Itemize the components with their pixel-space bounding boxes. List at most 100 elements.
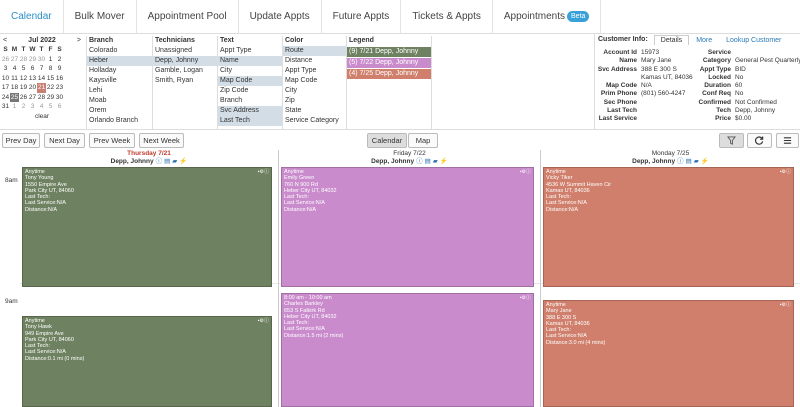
calendar-day[interactable]: 1	[46, 55, 55, 65]
calendar-day[interactable]: 9	[55, 64, 64, 74]
calendar-day[interactable]: 4	[37, 102, 46, 112]
branch-option[interactable]: Holladay	[87, 66, 152, 76]
bolt-icon[interactable]: ⚡	[179, 158, 187, 165]
appointment-card[interactable]: ▪⚙ⓘ Anytime Tony Hawk 949 Empire Ave Park Ci…	[22, 316, 272, 407]
calendar-day[interactable]: 27	[10, 55, 19, 65]
technician-name[interactable]: Depp, Johnny	[111, 158, 154, 165]
technician-name[interactable]: Depp, Johnny	[632, 158, 675, 165]
calendar-day[interactable]: 11	[10, 74, 19, 84]
text-option[interactable]: Last Tech	[218, 116, 282, 126]
info-icon[interactable]: ⓘ	[156, 158, 163, 165]
calendar-day[interactable]: 26	[1, 55, 10, 65]
calendar-day[interactable]: 27	[28, 93, 37, 103]
calendar-day[interactable]: 26	[19, 93, 28, 103]
text-option[interactable]: Appt Type	[218, 46, 282, 56]
tab-lookup-customer[interactable]: Lookup Customer	[719, 35, 788, 45]
branch-option[interactable]: Kaysville	[87, 76, 152, 86]
calendar-day[interactable]: 29	[46, 93, 55, 103]
tab-bulk-mover[interactable]: Bulk Mover	[64, 0, 137, 34]
appointment-card[interactable]: ▪⚙ⓘ Anytime Emily Green 760 N 900 Rd Heber C…	[281, 167, 534, 287]
prev-month-button[interactable]: <	[3, 36, 7, 45]
calendar-day[interactable]: 30	[55, 93, 64, 103]
calendar-day[interactable]: 5	[46, 102, 55, 112]
branch-option[interactable]: Moab	[87, 96, 152, 106]
calendar-day[interactable]: 22	[46, 83, 55, 93]
calendar-day[interactable]: 10	[1, 74, 10, 84]
calendar-day[interactable]: 3	[28, 102, 37, 112]
text-option[interactable]: Map Code	[218, 76, 282, 86]
calendar-day[interactable]: 29	[28, 55, 37, 65]
tab-appointment-pool[interactable]: Appointment Pool	[137, 0, 239, 34]
calendar-view-button[interactable]: Calendar	[367, 133, 407, 148]
text-option[interactable]: City	[218, 66, 282, 76]
calendar-day[interactable]: 28	[37, 93, 46, 103]
text-option[interactable]: Zip Code	[218, 86, 282, 96]
bolt-icon[interactable]: ⚡	[440, 158, 448, 165]
calendar-day[interactable]: 20	[28, 83, 37, 93]
calendar-day[interactable]: 4	[10, 64, 19, 74]
appointment-action-icons[interactable]: ▪⚙ⓘ	[520, 169, 531, 175]
truck-icon[interactable]: ▰	[694, 158, 699, 165]
document-icon[interactable]: ▤	[425, 158, 431, 165]
color-option[interactable]: Route	[283, 46, 346, 56]
refresh-button[interactable]	[747, 133, 772, 148]
appointment-card[interactable]: ▪⚙ⓘ Anytime Tony Young 1550 Empire Ave Park …	[22, 167, 272, 287]
appointment-card[interactable]: ▪⚙ⓘ Anytime Vicky Tiker 4536 W Summit Haven…	[543, 167, 794, 287]
tab-tickets-appts[interactable]: Tickets & Appts	[401, 0, 493, 34]
calendar-day[interactable]: 14	[37, 74, 46, 84]
calendar-day[interactable]: 1	[10, 102, 19, 112]
text-option[interactable]: Name	[218, 56, 282, 66]
calendar-day[interactable]: 19	[19, 83, 28, 93]
branch-option[interactable]: Colorado	[87, 46, 152, 56]
branch-option[interactable]: Lehi	[87, 86, 152, 96]
next-day-button[interactable]: Next Day	[44, 133, 85, 148]
branch-option[interactable]: Heber	[87, 56, 152, 66]
bolt-icon[interactable]: ⚡	[701, 158, 709, 165]
appointment-action-icons[interactable]: ▪⚙ⓘ	[780, 302, 791, 308]
appointment-card[interactable]: ▪⚙ⓘ Anytime Mary Jane 388 E 300 S Kamas UT, …	[543, 300, 794, 407]
branch-option[interactable]: Orlando Branch	[87, 116, 152, 126]
info-icon[interactable]: ⓘ	[677, 158, 684, 165]
calendar-day[interactable]: 30	[37, 55, 46, 65]
calendar-day[interactable]: 6	[55, 102, 64, 112]
color-option[interactable]: City	[283, 86, 346, 96]
color-option[interactable]: Zip	[283, 96, 346, 106]
calendar-day[interactable]: 24	[1, 93, 10, 103]
calendar-day[interactable]: 23	[55, 83, 64, 93]
calendar-day[interactable]: 6	[28, 64, 37, 74]
clear-date-button[interactable]: clear	[0, 113, 84, 120]
tab-details[interactable]: Details	[653, 34, 690, 45]
calendar-day[interactable]: 21	[37, 83, 46, 93]
appointment-action-icons[interactable]: ▪⚙ⓘ	[258, 169, 269, 175]
calendar-day[interactable]: 2	[55, 55, 64, 65]
appointment-action-icons[interactable]: ▪⚙ⓘ	[520, 295, 531, 301]
calendar-day[interactable]: 31	[1, 102, 10, 112]
calendar-day[interactable]: 8	[46, 64, 55, 74]
color-option[interactable]: Distance	[283, 56, 346, 66]
calendar-day[interactable]: 16	[55, 74, 64, 84]
branch-option[interactable]: Orem	[87, 106, 152, 116]
map-view-button[interactable]: Map	[408, 133, 438, 148]
document-icon[interactable]: ▤	[686, 158, 692, 165]
document-icon[interactable]: ▤	[164, 158, 170, 165]
prev-day-button[interactable]: Prev Day	[2, 133, 40, 148]
calendar-day[interactable]: 28	[19, 55, 28, 65]
appointment-action-icons[interactable]: ▪⚙ⓘ	[258, 318, 269, 324]
technicians-option[interactable]: Smith, Ryan	[153, 76, 217, 86]
calendar-day[interactable]: 18	[10, 83, 19, 93]
tab-update-appts[interactable]: Update Appts	[239, 0, 322, 34]
tab-calendar[interactable]: Calendar	[0, 0, 64, 34]
tab-appointments[interactable]: Appointments Beta	[493, 0, 602, 34]
calendar-day[interactable]: 25	[10, 92, 19, 102]
technicians-option[interactable]: Depp, Johnny	[153, 56, 217, 66]
truck-icon[interactable]: ▰	[172, 158, 177, 165]
technicians-option[interactable]: Unassigned	[153, 46, 217, 56]
calendar-day[interactable]: 5	[19, 64, 28, 74]
tab-future-appts[interactable]: Future Appts	[322, 0, 402, 34]
color-option[interactable]: Service Category	[283, 116, 346, 126]
next-month-button[interactable]: >	[77, 36, 81, 45]
next-week-button[interactable]: Next Week	[139, 133, 184, 148]
color-option[interactable]: Appt Type	[283, 66, 346, 76]
text-option[interactable]: Svc Address	[218, 106, 282, 116]
appointment-card[interactable]: ▪⚙ⓘ 8:00 am - 10:00 am Charles Barkley 653 …	[281, 293, 534, 407]
